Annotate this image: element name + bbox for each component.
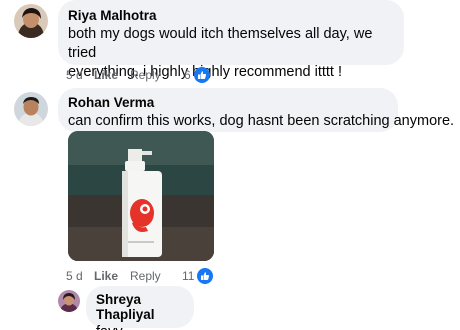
comment-timestamp[interactable]: 5 d	[66, 68, 94, 82]
comment-author[interactable]: Shreya Thapliyal	[96, 292, 184, 322]
comment-actions-riya: 5 d Like Reply 6	[66, 67, 210, 83]
comment-timestamp[interactable]: 5 d	[66, 269, 94, 283]
thumbs-up-icon[interactable]	[193, 67, 210, 83]
avatar-rohan[interactable]	[14, 92, 48, 126]
avatar-riya[interactable]	[14, 4, 48, 38]
thumbs-up-icon[interactable]	[197, 268, 214, 284]
reaction-count[interactable]: 11	[182, 269, 194, 283]
comment-author[interactable]: Rohan Verma	[68, 95, 388, 110]
reply-button[interactable]: Reply	[130, 68, 172, 82]
comment-author[interactable]: Riya Malhotra	[68, 8, 394, 23]
avatar-shreya[interactable]	[58, 290, 80, 312]
comment-text: can confirm this works, dog hasnt been s…	[68, 113, 455, 129]
comment-actions-rohan: 5 d Like Reply 11	[66, 268, 214, 284]
reaction-count[interactable]: 6	[184, 68, 191, 82]
comment-text: both my dogs would itch themselves all d…	[68, 26, 373, 61]
comment-text: favv	[96, 323, 184, 330]
attached-product-photo[interactable]	[68, 131, 214, 261]
reply-button[interactable]: Reply	[130, 269, 172, 283]
comment-bubble-riya: Riya Malhotra both my dogs would itch th…	[58, 0, 404, 80]
like-button[interactable]: Like	[94, 269, 130, 283]
like-button[interactable]: Like	[94, 68, 130, 82]
comment-bubble-shreya: Shreya Thapliyal favv	[86, 286, 194, 330]
comment-bubble-rohan: Rohan Verma can confirm this works, dog …	[58, 88, 455, 132]
